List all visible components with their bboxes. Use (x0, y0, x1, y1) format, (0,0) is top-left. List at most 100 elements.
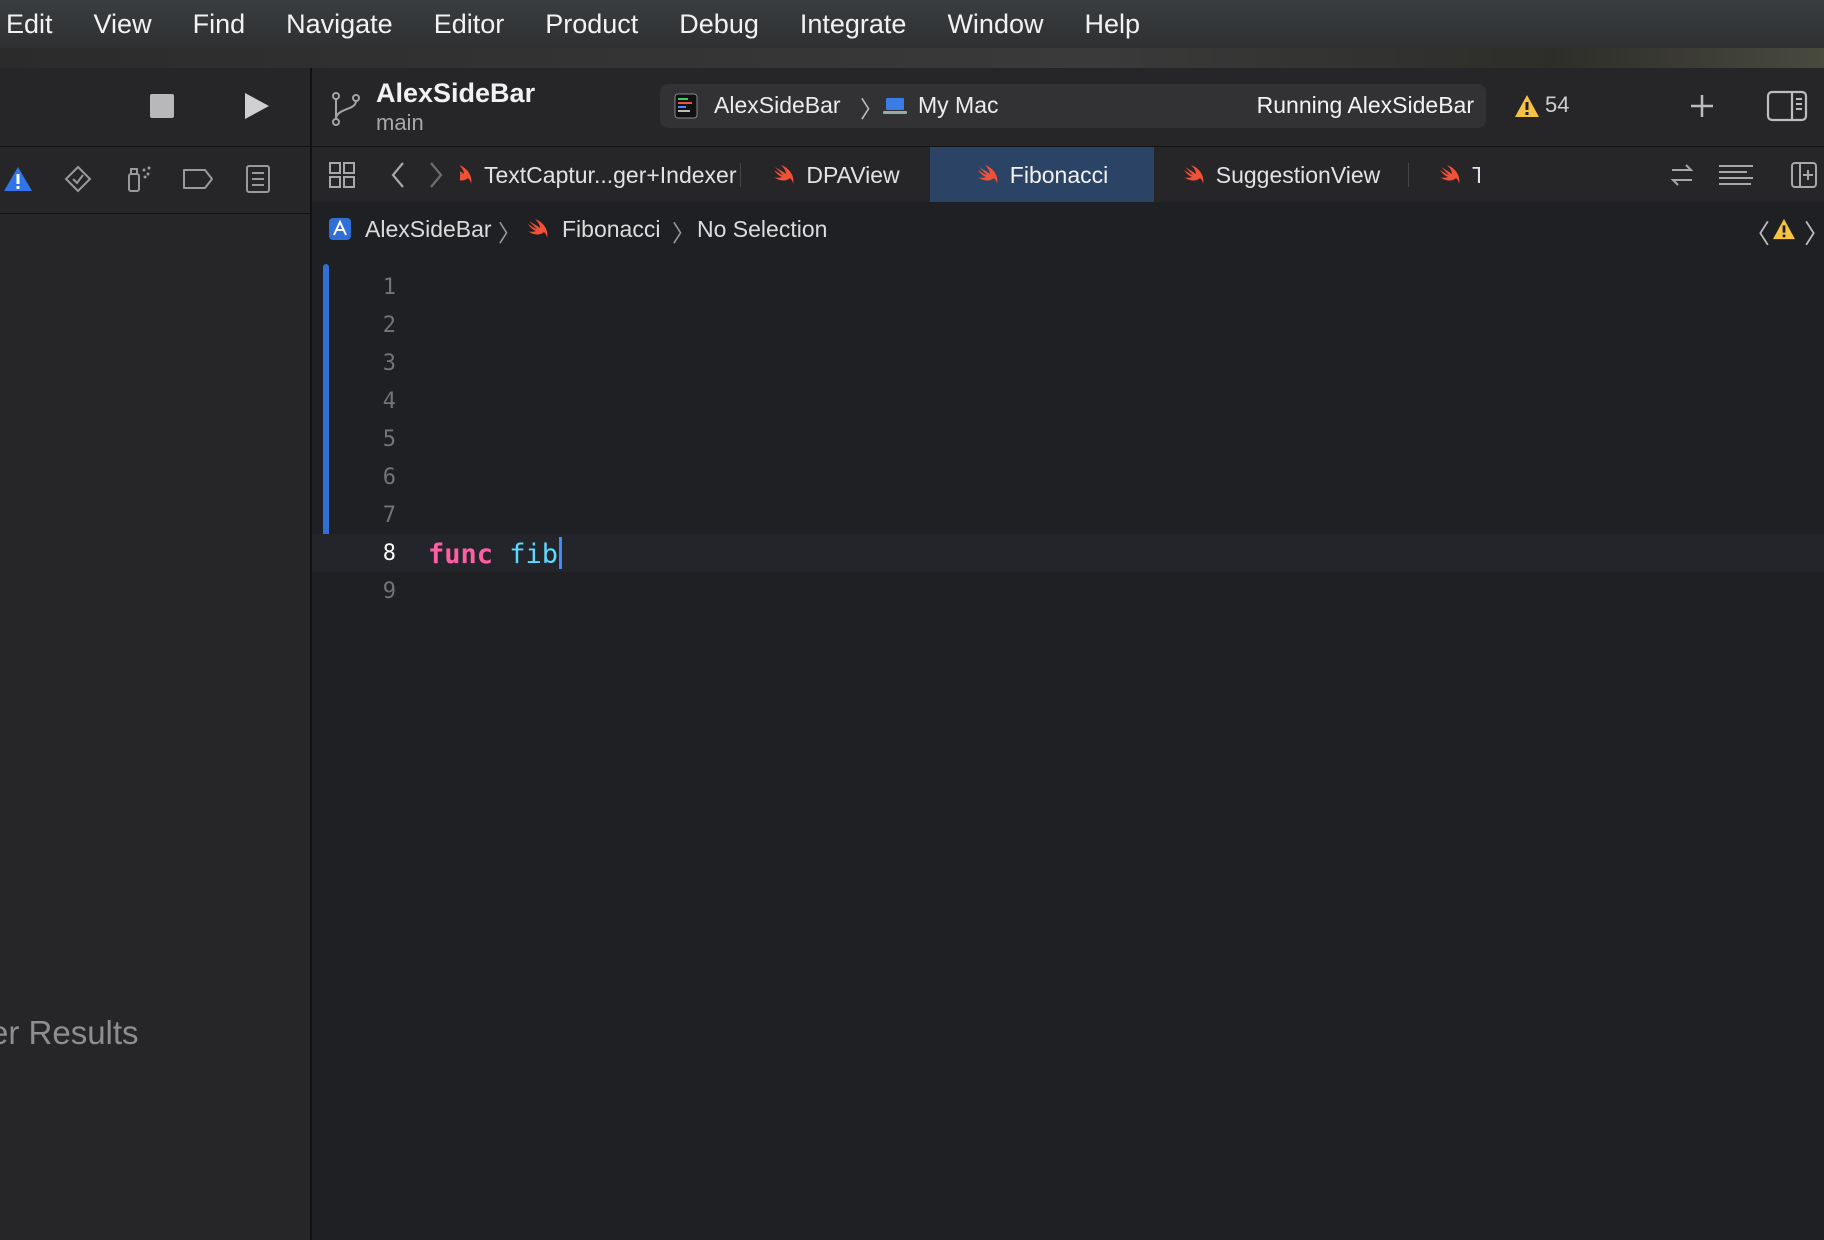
warning-triangle-icon (4, 167, 32, 191)
warning-count[interactable]: 54 (1545, 92, 1569, 118)
identifier-token: fib (509, 539, 559, 570)
tab-strip: TextCaptur...ger+Indexer DPAView Fibonac… (460, 147, 1480, 203)
scheme-chevron-icon: 〉 (860, 96, 883, 122)
test-navigator-tab[interactable] (58, 159, 98, 199)
library-add-button[interactable] (1680, 84, 1724, 128)
code-line: 9 (312, 572, 1824, 610)
editor-options-button[interactable] (1714, 157, 1758, 193)
menu-find[interactable]: Find (193, 9, 246, 40)
no-filter-results-text: er Results (0, 1014, 139, 1051)
menu-debug[interactable]: Debug (679, 9, 759, 40)
desktop-strip (0, 48, 1824, 68)
scheme-selector[interactable]: AlexSideBar (714, 92, 841, 119)
tab-label: Fibonacci (1009, 161, 1109, 188)
line-number: 1 (382, 275, 396, 300)
jump-bar: AlexSideBar 〉 Fibonacci 〉 No Selection 〈… (312, 202, 1824, 257)
source-editor[interactable]: 1 2 3 4 5 6 7 8 func fib 9 (312, 256, 1824, 1240)
code-line: 3 (312, 344, 1824, 382)
code-review-button[interactable] (1664, 157, 1700, 193)
chevron-separator-icon: 〉 (672, 220, 695, 246)
line-number: 6 (382, 465, 396, 490)
navigate-back-button[interactable] (380, 157, 416, 193)
play-icon (245, 93, 269, 119)
navigate-forward-button[interactable] (418, 157, 454, 193)
split-editor-button[interactable] (1786, 157, 1822, 193)
editor-area: AlexSideBar main AlexSideBar 〉 My Mac Ru… (312, 68, 1824, 1240)
next-issue-button[interactable]: 〉 (1804, 214, 1824, 251)
editor-tab-bar: TextCaptur...ger+Indexer DPAView Fibonac… (312, 146, 1824, 204)
breakpoint-tag-icon (183, 169, 213, 189)
navigator-toolbar (0, 68, 310, 146)
tab-suggestionview[interactable]: SuggestionView (1158, 147, 1404, 203)
stop-icon (150, 94, 174, 118)
swift-file-icon (774, 165, 794, 184)
window-toolbar: AlexSideBar main AlexSideBar 〉 My Mac Ru… (312, 68, 1824, 146)
swift-file-icon (1440, 165, 1460, 184)
laptop-icon (883, 98, 907, 114)
stop-button[interactable] (142, 86, 182, 126)
menu-help[interactable]: Help (1084, 9, 1140, 40)
menu-edit[interactable]: Edit (6, 9, 53, 40)
jump-bar-file[interactable]: Fibonacci (562, 216, 660, 243)
text-caret (559, 537, 563, 569)
tab-label: SuggestionView (1215, 161, 1381, 188)
navigator-panel: er Results (0, 68, 312, 1240)
menu-bar: Edit View Find Navigate Editor Product D… (0, 0, 1824, 48)
menu-navigate[interactable]: Navigate (286, 9, 393, 40)
code-line: 5 (312, 420, 1824, 458)
menu-view[interactable]: View (94, 9, 152, 40)
inspector-toggle-icon[interactable] (1766, 88, 1808, 124)
code-line: 6 (312, 458, 1824, 496)
tab-label: TextC (1472, 161, 1480, 188)
menu-integrate[interactable]: Integrate (800, 9, 907, 40)
tab-textc[interactable]: TextC (1438, 147, 1480, 203)
code-line: 7 (312, 496, 1824, 534)
line-number: 3 (382, 351, 396, 376)
xcode-project-icon[interactable] (328, 217, 352, 241)
report-list-icon (246, 165, 270, 193)
jump-bar-project[interactable]: AlexSideBar (365, 216, 492, 243)
line-number: 5 (382, 427, 396, 452)
jump-bar-selection[interactable]: No Selection (697, 216, 827, 243)
plus-icon (1691, 95, 1713, 117)
breakpoint-navigator-tab[interactable] (178, 159, 218, 199)
report-navigator-tab[interactable] (238, 159, 278, 199)
code-content[interactable]: func fib (428, 537, 563, 570)
warning-icon[interactable] (1772, 218, 1796, 240)
issue-navigator-tab[interactable] (0, 159, 38, 199)
code-line: 4 (312, 382, 1824, 420)
tab-fibonacci[interactable]: Fibonacci (930, 147, 1154, 203)
tab-divider (1408, 163, 1409, 187)
run-destination-selector[interactable]: My Mac (918, 92, 999, 119)
tab-divider (740, 163, 741, 187)
menu-window[interactable]: Window (947, 9, 1043, 40)
swift-file-icon (528, 219, 548, 238)
tab-dpaview[interactable]: DPAView (746, 147, 926, 203)
previous-issue-button[interactable]: 〈 (1744, 214, 1770, 251)
warning-icon[interactable] (1514, 94, 1540, 118)
code-line: 1 (312, 268, 1824, 306)
chevron-left-icon (391, 162, 404, 188)
xcode-window: er Results AlexSideBar main AlexSideBar … (0, 68, 1824, 1240)
related-items-button[interactable] (324, 157, 360, 193)
tab-label: TextCaptur...ger+Indexer (484, 161, 737, 188)
debug-navigator-tab[interactable] (118, 159, 158, 199)
grid-icon (329, 162, 355, 188)
branch-name[interactable]: main (376, 110, 424, 136)
project-title[interactable]: AlexSideBar (376, 78, 535, 109)
swap-arrows-icon (1670, 164, 1694, 186)
run-status-text: Running AlexSideBar (1256, 92, 1474, 118)
app-target-icon (674, 93, 698, 119)
current-code-line[interactable]: 8 func fib (312, 534, 1824, 572)
swift-file-icon (1183, 165, 1204, 184)
chevron-separator-icon: 〉 (498, 220, 521, 246)
keyword-token: func (428, 539, 494, 570)
line-number: 2 (382, 313, 396, 338)
menu-product[interactable]: Product (545, 9, 638, 40)
branch-icon (332, 92, 360, 126)
tab-textcapture-indexer[interactable]: TextCaptur...ger+Indexer (460, 147, 737, 203)
code-line: 2 (312, 306, 1824, 344)
run-button[interactable] (236, 86, 276, 126)
navigator-selector-bar (0, 146, 310, 214)
menu-editor[interactable]: Editor (434, 9, 505, 40)
